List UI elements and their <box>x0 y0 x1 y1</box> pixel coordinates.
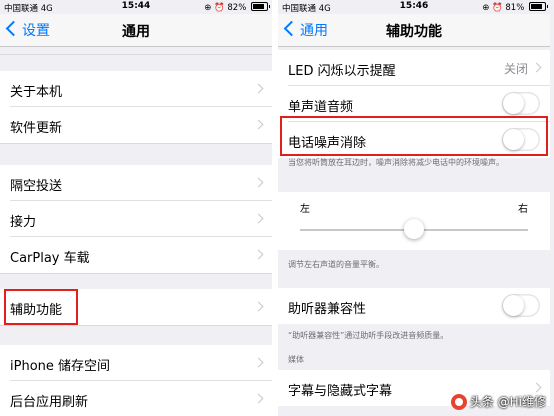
chevron-right-icon <box>531 382 542 393</box>
battery-percent: 81% <box>505 3 525 13</box>
alarm-icon: ⏰ <box>214 3 225 13</box>
list-item-label: 助听器兼容性 <box>288 302 367 317</box>
back-button[interactable]: 通用 <box>282 20 328 40</box>
slider-thumb[interactable] <box>404 219 424 239</box>
list-item-noise-cancellation: 电话噪声消除 <box>278 122 550 158</box>
battery-percent: 82% <box>227 3 247 13</box>
list-item-label: LED 闪烁以示提醒 <box>288 64 396 79</box>
hearing-aid-note: “助听器兼容性”通过助听手段改进音频质量。 <box>288 331 449 340</box>
nav-bar: 通用 辅助功能 <box>278 14 550 47</box>
toggle-knob <box>503 93 524 114</box>
led-flash-value: 关闭 <box>503 62 528 76</box>
lock-rotation-icon: ⊕ <box>204 3 212 13</box>
hearing-aid-toggle[interactable] <box>502 294 540 317</box>
noise-cancellation-toggle[interactable] <box>502 128 540 151</box>
chevron-right-icon <box>253 83 264 94</box>
list-item-label: 电话噪声消除 <box>288 136 367 151</box>
chevron-right-icon <box>253 119 264 130</box>
general-settings-screen: 中国联通 4G 15:44 ⊕ ⏰ 82% 设置 通用 关于本机 软件更新 隔空… <box>0 0 272 416</box>
watermark: 头条 @Hi维修 <box>450 393 546 410</box>
audio-balance-slider: 左 右 <box>278 192 550 250</box>
list-item-label: 辅助功能 <box>10 303 63 318</box>
media-section-header: 媒体 <box>288 355 304 364</box>
accessibility-screen: 中国联通 4G 15:46 ⊕ ⏰ 81% 通用 辅助功能 LED 闪烁以示提醒… <box>278 0 550 416</box>
list-item-label: 软件更新 <box>10 121 63 136</box>
balance-right-label: 右 <box>518 204 528 215</box>
chevron-right-icon <box>531 62 542 73</box>
list-item-label: 后台应用刷新 <box>10 395 89 410</box>
chevron-left-icon <box>5 20 22 37</box>
list-item-accessibility[interactable]: 辅助功能 <box>0 289 272 325</box>
list-item-about[interactable]: 关于本机 <box>0 71 272 107</box>
chevron-right-icon <box>253 393 264 404</box>
list-item-background-refresh[interactable]: 后台应用刷新 <box>0 381 272 416</box>
toggle-knob <box>503 129 524 150</box>
balance-left-label: 左 <box>300 204 310 215</box>
toggle-knob <box>503 295 524 316</box>
chevron-right-icon <box>253 177 264 188</box>
list-item-label: 关于本机 <box>10 85 63 100</box>
chevron-right-icon <box>253 301 264 312</box>
chevron-right-icon <box>253 249 264 260</box>
list-item-carplay[interactable]: CarPlay 车载 <box>0 237 272 273</box>
list-item-label: 隔空投送 <box>10 179 63 194</box>
list-item-handoff[interactable]: 接力 <box>0 201 272 237</box>
chevron-right-icon <box>253 213 264 224</box>
list-item-iphone-storage[interactable]: iPhone 储存空间 <box>0 345 272 381</box>
list-item-label: iPhone 储存空间 <box>10 359 111 374</box>
status-bar: 中国联通 4G 15:46 ⊕ ⏰ 81% <box>278 0 550 14</box>
list-item-label: CarPlay 车载 <box>10 251 90 266</box>
alarm-icon: ⏰ <box>492 3 503 13</box>
lock-rotation-icon: ⊕ <box>482 3 490 13</box>
battery-icon <box>251 2 270 11</box>
chevron-left-icon <box>283 20 300 37</box>
list-item-airdrop[interactable]: 隔空投送 <box>0 165 272 201</box>
nav-bar: 设置 通用 <box>0 14 272 47</box>
noise-cancellation-note: 当您将听筒放在耳边时，噪声消除将减少电话中的环境噪声。 <box>288 158 504 167</box>
list-item-mono-audio: 单声道音频 <box>278 86 550 122</box>
list-item-software-update[interactable]: 软件更新 <box>0 107 272 143</box>
mono-audio-toggle[interactable] <box>502 92 540 115</box>
balance-note: 调节左右声道的音量平衡。 <box>288 260 384 269</box>
list-item-hearing-aid: 助听器兼容性 <box>278 288 550 324</box>
list-item-label: 接力 <box>10 215 37 230</box>
back-button[interactable]: 设置 <box>4 20 50 40</box>
list-item-label: 字幕与隐藏式字幕 <box>288 384 393 399</box>
battery-icon <box>529 2 548 11</box>
toutiao-logo-icon <box>450 394 467 410</box>
status-bar: 中国联通 4G 15:44 ⊕ ⏰ 82% <box>0 0 272 14</box>
list-item-led-flash[interactable]: LED 闪烁以示提醒 关闭 <box>278 50 550 86</box>
list-item-label: 单声道音频 <box>288 100 354 115</box>
chevron-right-icon <box>253 357 264 368</box>
